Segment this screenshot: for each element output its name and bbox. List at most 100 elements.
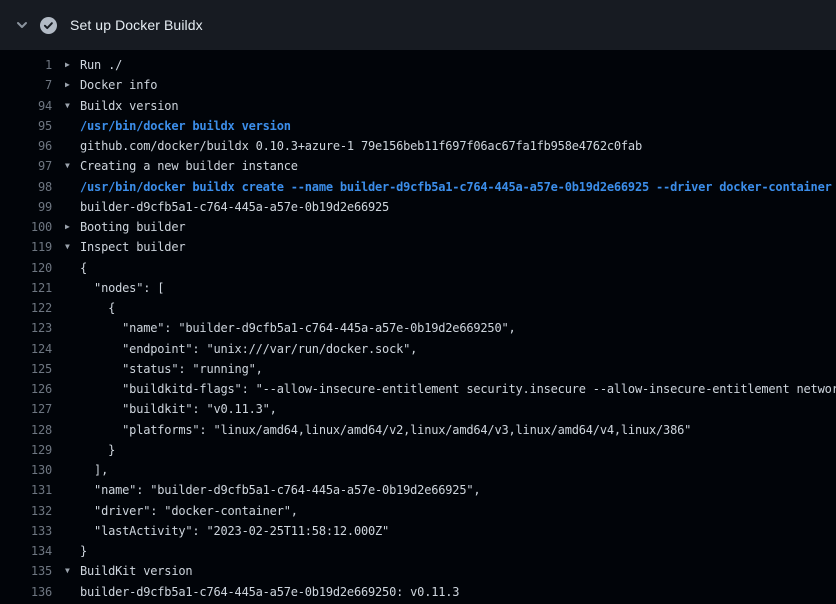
marker-spacer [52,278,80,298]
log-line-text: "driver": "docker-container", [80,501,836,521]
log-line: 134 } [0,541,836,561]
line-number[interactable]: 7 [0,75,52,95]
log-line: 124 "endpoint": "unix:///var/run/docker.… [0,339,836,359]
line-number[interactable]: 96 [0,136,52,156]
log-line: 98 /usr/bin/docker buildx create --name … [0,177,836,197]
log-line[interactable]: 119 ▼ Inspect builder [0,237,836,257]
check-circle-icon [40,17,57,34]
marker-spacer [52,359,80,379]
line-number[interactable]: 135 [0,561,52,581]
marker-spacer [52,582,80,602]
log-line-text: github.com/docker/buildx 0.10.3+azure-1 … [80,136,836,156]
log-line: 123 "name": "builder-d9cfb5a1-c764-445a-… [0,318,836,338]
log-line: 95 /usr/bin/docker buildx version [0,116,836,136]
log-line-text: Run ./ [80,55,836,75]
log-line: 131 "name": "builder-d9cfb5a1-c764-445a-… [0,480,836,500]
line-number[interactable]: 133 [0,521,52,541]
triangle-down-icon[interactable]: ▼ [52,237,80,257]
marker-spacer [52,177,80,197]
log-line: 129 } [0,440,836,460]
log-lines: 1 ▶ Run ./ 7 ▶ Docker info 94 ▼ Buildx v… [0,50,836,602]
log-line-text: { [80,298,836,318]
log-line[interactable]: 97 ▼ Creating a new builder instance [0,156,836,176]
triangle-right-icon[interactable]: ▶ [52,55,80,75]
line-number[interactable]: 1 [0,55,52,75]
log-line-text: /usr/bin/docker buildx version [80,116,836,136]
marker-spacer [52,318,80,338]
line-number[interactable]: 119 [0,237,52,257]
line-number[interactable]: 98 [0,177,52,197]
chevron-down-icon[interactable] [14,17,30,33]
log-line[interactable]: 94 ▼ Buildx version [0,96,836,116]
log-line: 96 github.com/docker/buildx 0.10.3+azure… [0,136,836,156]
log-line: 133 "lastActivity": "2023-02-25T11:58:12… [0,521,836,541]
marker-spacer [52,116,80,136]
log-line-text: BuildKit version [80,561,836,581]
line-number[interactable]: 122 [0,298,52,318]
line-number[interactable]: 120 [0,258,52,278]
marker-spacer [52,379,80,399]
line-number[interactable]: 130 [0,460,52,480]
actions-log-viewer: Set up Docker Buildx 1 ▶ Run ./ 7 ▶ Dock… [0,0,836,604]
line-number[interactable]: 97 [0,156,52,176]
line-number[interactable]: 94 [0,96,52,116]
line-number[interactable]: 127 [0,399,52,419]
line-number[interactable]: 129 [0,440,52,460]
step-title: Set up Docker Buildx [70,17,203,33]
line-number[interactable]: 125 [0,359,52,379]
line-number[interactable]: 124 [0,339,52,359]
log-line: 125 "status": "running", [0,359,836,379]
log-line-text: Creating a new builder instance [80,156,836,176]
marker-spacer [52,480,80,500]
triangle-right-icon[interactable]: ▶ [52,75,80,95]
log-line-text: { [80,258,836,278]
marker-spacer [52,521,80,541]
triangle-down-icon[interactable]: ▼ [52,561,80,581]
log-line-text: /usr/bin/docker buildx create --name bui… [80,177,836,197]
marker-spacer [52,420,80,440]
log-line: 99 builder-d9cfb5a1-c764-445a-a57e-0b19d… [0,197,836,217]
log-line-text: "nodes": [ [80,278,836,298]
step-header[interactable]: Set up Docker Buildx [0,0,836,50]
log-line-text: ], [80,460,836,480]
marker-spacer [52,197,80,217]
log-line: 122 { [0,298,836,318]
line-number[interactable]: 134 [0,541,52,561]
log-line: 128 "platforms": "linux/amd64,linux/amd6… [0,420,836,440]
line-number[interactable]: 126 [0,379,52,399]
marker-spacer [52,440,80,460]
line-number[interactable]: 95 [0,116,52,136]
line-number[interactable]: 100 [0,217,52,237]
log-line-text: "status": "running", [80,359,836,379]
line-number[interactable]: 99 [0,197,52,217]
marker-spacer [52,541,80,561]
log-line-text: "name": "builder-d9cfb5a1-c764-445a-a57e… [80,318,836,338]
line-number[interactable]: 132 [0,501,52,521]
line-number[interactable]: 131 [0,480,52,500]
log-line-text: "lastActivity": "2023-02-25T11:58:12.000… [80,521,836,541]
triangle-down-icon[interactable]: ▼ [52,156,80,176]
line-number[interactable]: 121 [0,278,52,298]
log-line[interactable]: 7 ▶ Docker info [0,75,836,95]
log-line-text: } [80,541,836,561]
triangle-right-icon[interactable]: ▶ [52,217,80,237]
log-line: 121 "nodes": [ [0,278,836,298]
log-line[interactable]: 100 ▶ Booting builder [0,217,836,237]
log-line-text: Buildx version [80,96,836,116]
marker-spacer [52,136,80,156]
marker-spacer [52,298,80,318]
line-number[interactable]: 136 [0,582,52,602]
marker-spacer [52,460,80,480]
triangle-down-icon[interactable]: ▼ [52,96,80,116]
log-line[interactable]: 1 ▶ Run ./ [0,55,836,75]
log-line-text: builder-d9cfb5a1-c764-445a-a57e-0b19d2e6… [80,197,836,217]
line-number[interactable]: 128 [0,420,52,440]
marker-spacer [52,258,80,278]
log-line-text: "buildkitd-flags": "--allow-insecure-ent… [80,379,836,399]
line-number[interactable]: 123 [0,318,52,338]
log-line[interactable]: 135 ▼ BuildKit version [0,561,836,581]
log-line: 130 ], [0,460,836,480]
marker-spacer [52,339,80,359]
log-line-text: } [80,440,836,460]
log-line: 136 builder-d9cfb5a1-c764-445a-a57e-0b19… [0,582,836,602]
